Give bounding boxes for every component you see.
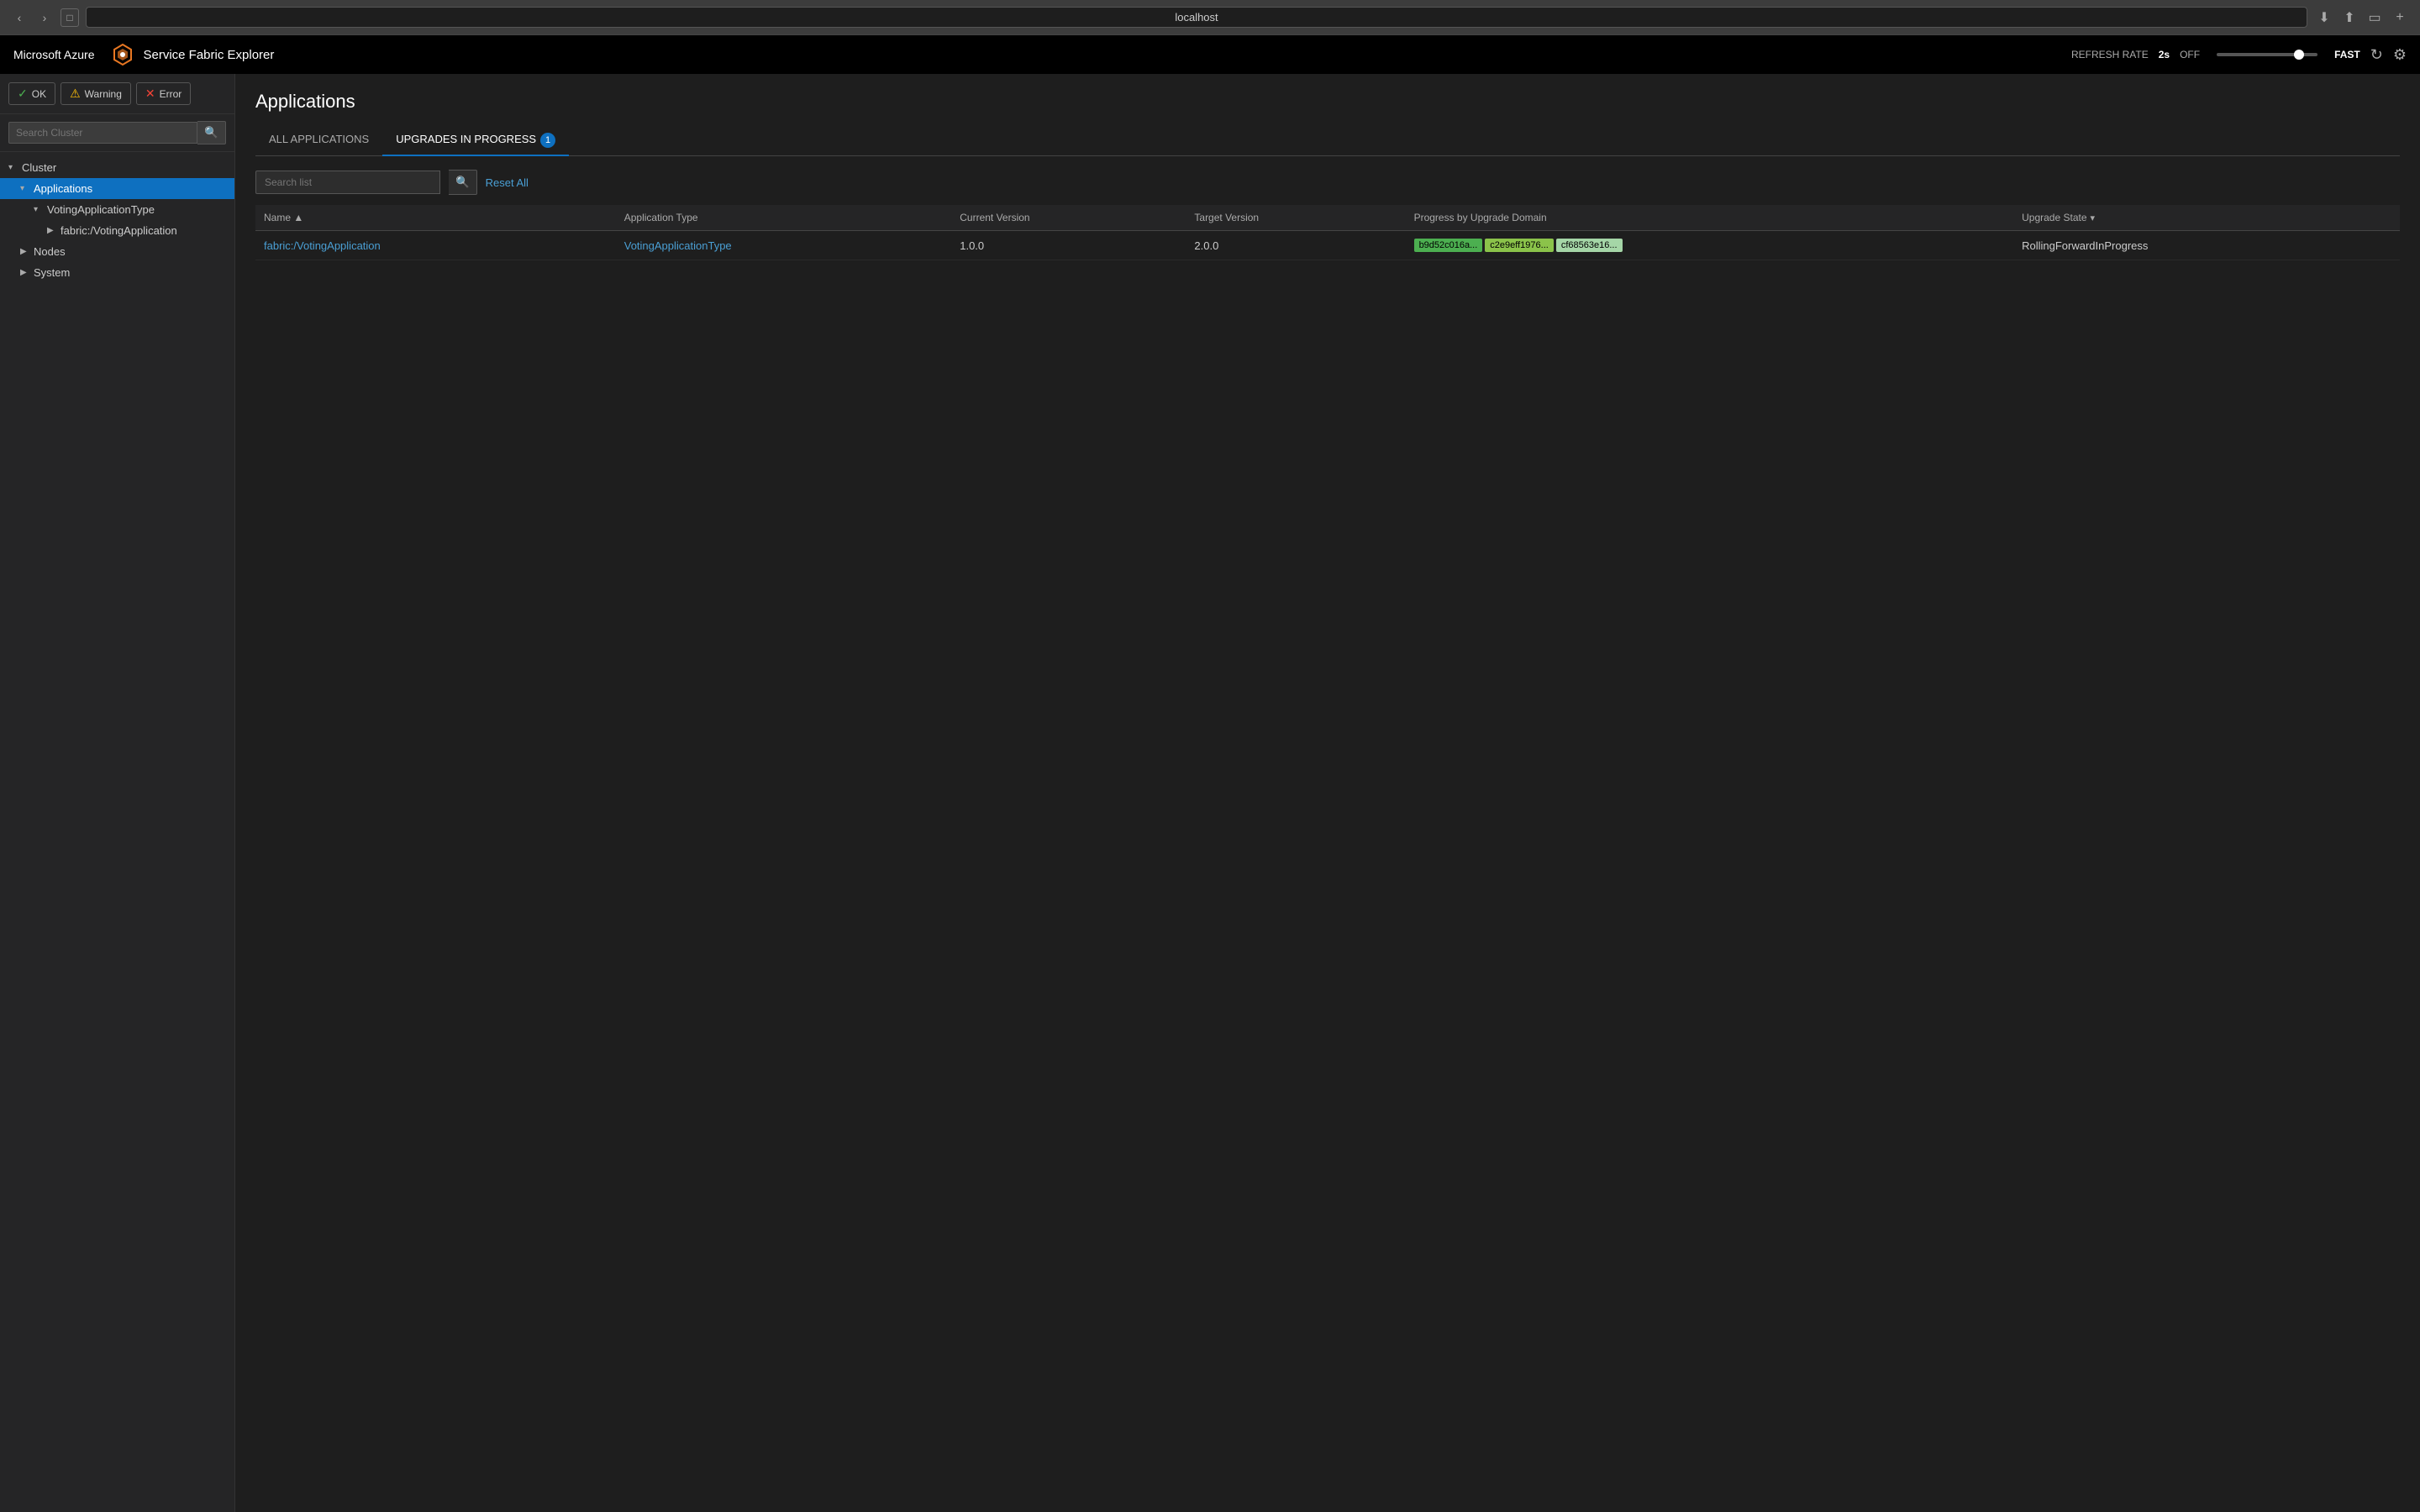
tree-arrow-icon: ▶ (47, 226, 57, 235)
column-header-progress: Progress by Upgrade Domain (1406, 205, 2014, 231)
search-cluster-input[interactable] (8, 122, 197, 144)
application-link[interactable]: fabric:/VotingApplication (264, 239, 381, 252)
cell-current-version: 1.0.0 (951, 231, 1186, 260)
refresh-button[interactable]: ↻ (2370, 46, 2383, 64)
top-nav: Microsoft Azure Service Fabric Explorer … (0, 35, 2420, 74)
cell-app-type: VotingApplicationType (616, 231, 952, 260)
tree-item-label: Cluster (22, 161, 56, 174)
download-icon[interactable]: ⬇ (2314, 8, 2334, 28)
azure-brand: Microsoft Azure (13, 48, 94, 61)
applications-table: Name ▲Application TypeCurrent VersionTar… (255, 205, 2400, 260)
search-list-input[interactable] (255, 171, 440, 194)
tree-item-applications[interactable]: ▾ Applications (0, 178, 234, 199)
tree-item-label: System (34, 266, 70, 279)
column-header-upgradeState[interactable]: Upgrade State▾ (2013, 205, 2400, 231)
upgrade-domains: b9d52c016a...c2e9eff1976...cf68563e16... (1414, 239, 2006, 252)
refresh-slider[interactable] (2217, 53, 2317, 56)
ok-label: OK (32, 88, 46, 100)
error-label: Error (160, 88, 182, 100)
column-header-appType: Application Type (616, 205, 952, 231)
cell-target-version: 2.0.0 (1186, 231, 1405, 260)
tree-item-nodes[interactable]: ▶ Nodes (0, 241, 234, 262)
error-status-button[interactable]: ✕ Error (136, 82, 191, 105)
app-type-link[interactable]: VotingApplicationType (624, 239, 732, 252)
share-icon[interactable]: ⬆ (2339, 8, 2360, 28)
tree-item-label: Applications (34, 182, 92, 195)
ok-icon: ✓ (18, 87, 28, 101)
sidebar: ✓ OK ⚠ Warning ✕ Error 🔍 ▾ Cluster ▾ Applic… (0, 74, 235, 1512)
tree-nav: ▾Cluster▾Applications▾VotingApplicationT… (0, 152, 234, 288)
app-title-section: Service Fabric Explorer (111, 43, 274, 66)
nav-right: REFRESH RATE 2s OFF FAST ↻ ⚙ (2071, 46, 2407, 64)
upgrade-domain-badge-pending[interactable]: cf68563e16... (1556, 239, 1623, 252)
column-header-name: Name ▲ (255, 205, 616, 231)
refresh-fast-label: FAST (2334, 49, 2360, 60)
search-cluster-button[interactable]: 🔍 (197, 121, 226, 144)
page-title: Applications (255, 91, 2400, 113)
column-header-targetVersion: Target Version (1186, 205, 1405, 231)
column-header-currentVersion: Current Version (951, 205, 1186, 231)
warning-status-button[interactable]: ⚠ Warning (60, 82, 131, 105)
cell-upgrade-state: RollingForwardInProgress (2013, 231, 2400, 260)
refresh-value: 2s (2159, 49, 2170, 60)
tree-item-label: VotingApplicationType (47, 203, 155, 216)
warning-label: Warning (85, 88, 122, 100)
reset-all-button[interactable]: Reset All (486, 176, 529, 189)
window-button[interactable]: □ (60, 8, 79, 27)
search-list-button[interactable]: 🔍 (449, 170, 477, 195)
tab-badge: 1 (540, 133, 555, 148)
address-bar[interactable] (86, 7, 2307, 28)
back-button[interactable]: ‹ (10, 8, 29, 27)
table-header: Name ▲Application TypeCurrent VersionTar… (255, 205, 2400, 231)
app-container: Microsoft Azure Service Fabric Explorer … (0, 35, 2420, 1512)
tree-item-label: fabric:/VotingApplication (60, 224, 177, 237)
content-panel: Applications ALL APPLICATIONSUPGRADES IN… (235, 74, 2420, 1512)
cell-progress: b9d52c016a...c2e9eff1976...cf68563e16... (1406, 231, 2014, 260)
tree-arrow-icon: ▾ (8, 163, 18, 172)
search-bar-container: 🔍 (0, 114, 234, 152)
tree-arrow-icon: ▶ (20, 268, 30, 277)
tree-item-label: Nodes (34, 245, 66, 258)
tabs-icon[interactable]: ▭ (2365, 8, 2385, 28)
tab-all-applications[interactable]: ALL APPLICATIONS (255, 126, 382, 156)
tree-item-votingapplicationtype[interactable]: ▾VotingApplicationType (0, 199, 234, 220)
tree-item-fabric--votingapplication[interactable]: ▶fabric:/VotingApplication (0, 220, 234, 241)
tabs-container: ALL APPLICATIONSUPGRADES IN PROGRESS1 (255, 126, 2400, 156)
upgrade-domain-badge-completed[interactable]: b9d52c016a... (1414, 239, 1483, 252)
browser-chrome: ‹ › □ ⬇ ⬆ ▭ + (0, 0, 2420, 35)
settings-button[interactable]: ⚙ (2393, 46, 2407, 64)
tree-item-system[interactable]: ▶ System (0, 262, 234, 283)
tab-upgrades-in-progress[interactable]: UPGRADES IN PROGRESS1 (382, 126, 569, 156)
warning-icon: ⚠ (70, 87, 81, 101)
main-area: ✓ OK ⚠ Warning ✕ Error 🔍 ▾Cluster▾Applic… (0, 74, 2420, 1512)
table-body: fabric:/VotingApplication VotingApplicati… (255, 231, 2400, 260)
refresh-off-label: OFF (2180, 49, 2200, 60)
error-icon: ✕ (145, 87, 155, 101)
status-bar: ✓ OK ⚠ Warning ✕ Error (0, 74, 234, 114)
service-fabric-icon (111, 43, 134, 66)
table-row: fabric:/VotingApplication VotingApplicati… (255, 231, 2400, 260)
tree-arrow-icon: ▾ (34, 205, 44, 214)
upgrade-domain-badge-in-progress[interactable]: c2e9eff1976... (1485, 239, 1554, 252)
browser-actions: ⬇ ⬆ ▭ + (2314, 8, 2410, 28)
table-toolbar: 🔍 Reset All (255, 170, 2400, 195)
browser-toolbar: ‹ › □ ⬇ ⬆ ▭ + (0, 0, 2420, 34)
tree-arrow-icon: ▶ (20, 247, 30, 256)
forward-button[interactable]: › (35, 8, 54, 27)
cell-name: fabric:/VotingApplication (255, 231, 616, 260)
app-title: Service Fabric Explorer (143, 48, 274, 62)
tree-item-cluster[interactable]: ▾ Cluster (0, 157, 234, 178)
plus-icon[interactable]: + (2390, 8, 2410, 28)
filter-icon: ▾ (2091, 213, 2096, 223)
tree-arrow-icon: ▾ (20, 184, 30, 193)
ok-status-button[interactable]: ✓ OK (8, 82, 55, 105)
refresh-rate-label: REFRESH RATE (2071, 49, 2149, 60)
